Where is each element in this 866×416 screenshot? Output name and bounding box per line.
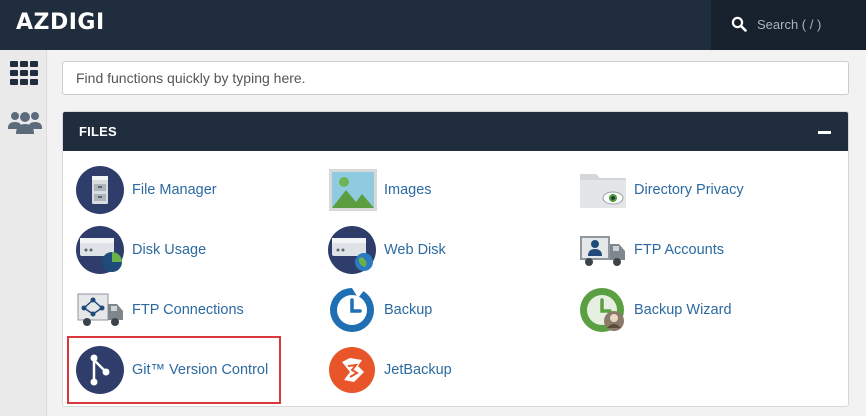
backup-label[interactable]: Backup <box>384 302 432 318</box>
section-title: FILES <box>79 124 117 139</box>
collapse-button[interactable] <box>818 125 832 139</box>
top-bar: AZDIGI Search ( / ) <box>0 0 866 50</box>
disk-usage-label[interactable]: Disk Usage <box>132 242 206 258</box>
disk-usage-link[interactable]: Disk Usage <box>76 226 206 274</box>
backup-wizard-label[interactable]: Backup Wizard <box>634 302 732 318</box>
ftp-accounts-link[interactable]: FTP Accounts <box>578 226 724 274</box>
ftp-connections-label[interactable]: FTP Connections <box>132 302 244 318</box>
backup-wizard-icon <box>580 288 624 332</box>
directory-privacy-link[interactable]: Directory Privacy <box>578 166 744 214</box>
backup-link[interactable]: Backup <box>328 286 432 334</box>
files-panel-header[interactable]: FILES <box>63 112 848 151</box>
jetbackup-icon <box>329 347 375 393</box>
search-icon <box>731 16 747 32</box>
function-search-input[interactable] <box>62 61 849 95</box>
images-icon <box>329 169 377 211</box>
brand-logo[interactable]: AZDIGI <box>16 10 105 35</box>
file-manager-link[interactable]: File Manager <box>76 166 217 214</box>
jetbackup-link[interactable]: JetBackup <box>328 346 452 394</box>
disk-usage-icon <box>76 226 124 274</box>
directory-privacy-label[interactable]: Directory Privacy <box>634 182 744 198</box>
top-search-placeholder[interactable]: Search ( / ) <box>757 17 821 32</box>
ftp-accounts-label[interactable]: FTP Accounts <box>634 242 724 258</box>
backup-icon <box>330 288 374 332</box>
sidebar <box>0 50 47 416</box>
backup-wizard-link[interactable]: Backup Wizard <box>578 286 732 334</box>
jetbackup-label[interactable]: JetBackup <box>384 362 452 378</box>
highlight-box <box>67 336 281 404</box>
ftp-connections-icon <box>77 293 123 326</box>
file-manager-label[interactable]: File Manager <box>132 182 217 198</box>
images-link[interactable]: Images <box>328 166 432 214</box>
web-disk-icon <box>328 226 376 274</box>
ftp-accounts-icon <box>580 236 625 266</box>
images-label[interactable]: Images <box>384 182 432 198</box>
directory-privacy-icon <box>580 174 626 208</box>
ftp-connections-link[interactable]: FTP Connections <box>76 286 244 334</box>
web-disk-link[interactable]: Web Disk <box>328 226 446 274</box>
top-search[interactable]: Search ( / ) <box>711 0 866 50</box>
users-icon[interactable] <box>8 110 42 134</box>
web-disk-label[interactable]: Web Disk <box>384 242 446 258</box>
file-manager-icon <box>76 166 124 214</box>
grid-icon[interactable] <box>10 61 38 85</box>
